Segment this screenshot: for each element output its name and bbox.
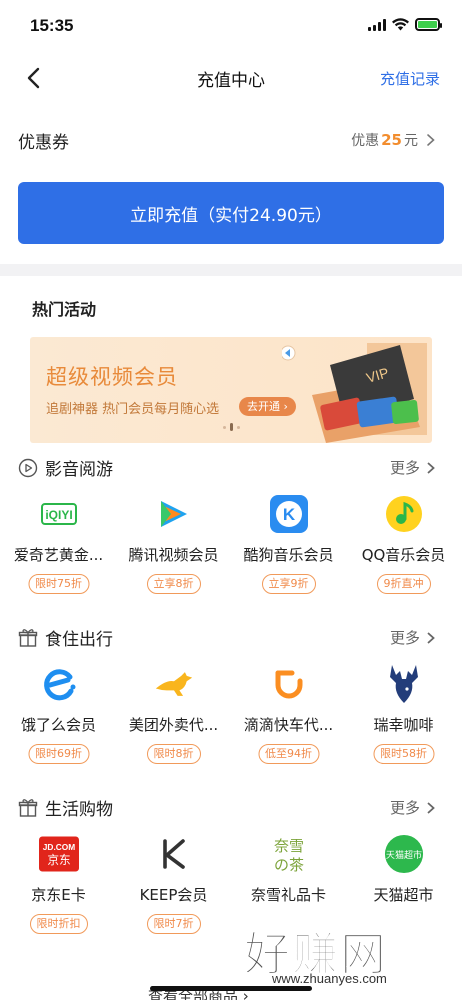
meituan-kangaroo-logo: [154, 664, 194, 704]
didi-logo: [269, 664, 309, 704]
item-name: 美团外卖代...: [128, 716, 219, 734]
item-name: 爱奇艺黄金...: [13, 546, 104, 564]
keep-logo: [154, 834, 194, 874]
section-divider: [0, 264, 462, 276]
signal-icon: [368, 18, 386, 31]
banner-pagination: [223, 423, 240, 431]
section-life-grid: 饿了么会员 限时69折 美团外卖代... 限时8折 滴滴快车代... 低至94折: [0, 664, 462, 804]
item-name: 饿了么会员: [20, 716, 96, 734]
svg-text:天猫超市: 天猫超市: [386, 849, 422, 861]
coupon-label: 优惠券: [18, 133, 69, 153]
more-label: 更多: [389, 459, 420, 477]
section-title: 食住出行: [45, 630, 113, 650]
discount-tag: 低至94折: [258, 744, 319, 764]
kugou-logo: K: [269, 494, 309, 534]
section-shopping-header: 生活购物 更多: [0, 792, 462, 822]
naixue-logo: 奈雪 の茶: [269, 834, 309, 874]
svg-text:JD.COM: JD.COM: [43, 842, 75, 852]
product-item[interactable]: 滴滴快车代... 低至94折: [231, 664, 346, 794]
iqiyi-logo: iQIYI: [39, 494, 79, 534]
svg-text:奈雪: 奈雪: [274, 837, 304, 855]
item-name: 腾讯视频会员: [128, 546, 219, 564]
tencent-video-logo: [154, 494, 194, 534]
svg-text:K: K: [283, 505, 296, 524]
recharge-now-button[interactable]: 立即充值（实付24.90元）: [18, 182, 444, 244]
section-media-grid: iQIYI 爱奇艺黄金... 限时75折 腾讯视频会员 立享8折 K 酷狗音乐会…: [0, 494, 462, 634]
luckin-deer-logo: [384, 664, 424, 704]
item-name: 滴滴快车代...: [243, 716, 334, 734]
banner-title: 超级视频会员: [46, 365, 178, 389]
item-name: QQ音乐会员: [361, 546, 446, 564]
discount-tag: 限时58折: [373, 744, 434, 764]
hot-activities-title: 热门活动: [32, 300, 97, 319]
section-media-header: 影音阅游 更多: [0, 452, 462, 482]
discount-tag: 立享8折: [146, 574, 201, 594]
status-time: 15:35: [30, 16, 74, 35]
nav-bar: 充值中心 充值记录: [0, 52, 462, 104]
section-life-header: 食住出行 更多: [0, 622, 462, 652]
qq-music-logo: [384, 494, 424, 534]
coupon-amount: 25: [381, 131, 402, 149]
item-name: 天猫超市: [373, 886, 434, 904]
product-item[interactable]: 饿了么会员 限时69折: [1, 664, 116, 794]
product-item[interactable]: 美团外卖代... 限时8折: [116, 664, 231, 794]
gift-icon: [18, 799, 38, 817]
status-bar: 15:35: [0, 0, 462, 52]
section-title: 影音阅游: [45, 460, 113, 480]
product-item[interactable]: 瑞幸咖啡 限时58折: [346, 664, 461, 794]
watermark-url: www.zhuanyes.com: [272, 971, 387, 986]
coupon-row[interactable]: 优惠券 优惠 25 元: [0, 120, 462, 160]
more-button[interactable]: 更多: [390, 797, 438, 818]
discount-tag: 限时8折: [146, 744, 201, 764]
wifi-icon: [392, 18, 409, 31]
coupon-prefix: 优惠: [351, 133, 380, 149]
item-name: 京东E卡: [31, 886, 86, 904]
more-label: 更多: [389, 629, 420, 647]
more-button[interactable]: 更多: [390, 627, 438, 648]
discount-tag: 9折直冲: [376, 574, 431, 594]
more-label: 更多: [389, 799, 420, 817]
svg-text:の茶: の茶: [274, 856, 304, 874]
discount-tag: 限时75折: [28, 574, 89, 594]
coupon-value: 优惠 25 元: [351, 130, 438, 150]
coupon-unit: 元: [404, 133, 418, 149]
item-name: 瑞幸咖啡: [373, 716, 434, 734]
vip-card-box-illustration: VIP: [282, 343, 427, 443]
play-circle-icon: [18, 458, 38, 478]
chevron-right-icon: [427, 134, 435, 146]
promo-banner[interactable]: 超级视频会员 追剧神器 热门会员每月随心选 去开通 › VIP: [30, 337, 432, 443]
discount-tag: 立享9折: [261, 574, 316, 594]
jd-logo: JD.COM 京东: [39, 834, 79, 874]
item-name: KEEP会员: [139, 886, 208, 904]
product-item[interactable]: 腾讯视频会员 立享8折: [116, 494, 231, 624]
product-item[interactable]: iQIYI 爱奇艺黄金... 限时75折: [1, 494, 116, 624]
svg-text:iQIYI: iQIYI: [45, 508, 72, 522]
site-watermark: 好赚网 www.zhuanyes.com: [244, 918, 444, 992]
banner-subtitle: 追剧神器 热门会员每月随心选: [46, 402, 220, 417]
status-icons: [368, 18, 442, 31]
section-title: 生活购物: [45, 800, 113, 820]
item-name: 酷狗音乐会员: [243, 546, 334, 564]
battery-icon: [415, 18, 442, 31]
eleme-logo: [39, 664, 79, 704]
svg-text:京东: 京东: [47, 853, 70, 867]
gift-icon: [18, 629, 38, 647]
discount-tag: 限时69折: [28, 744, 89, 764]
more-button[interactable]: 更多: [390, 457, 438, 478]
chevron-right-icon: [427, 631, 435, 644]
tmall-logo: 天猫超市: [384, 834, 424, 874]
discount-tag: 限时折扣: [29, 914, 88, 934]
product-item[interactable]: JD.COM 京东 京东E卡 限时折扣: [1, 834, 116, 964]
product-item[interactable]: KEEP会员 限时7折: [116, 834, 231, 964]
recharge-history-link[interactable]: 充值记录: [380, 68, 440, 89]
discount-tag: 限时7折: [146, 914, 201, 934]
chevron-right-icon: [427, 461, 435, 474]
product-item[interactable]: K 酷狗音乐会员 立享9折: [231, 494, 346, 624]
chevron-right-icon: [427, 801, 435, 814]
item-name: 奈雪礼品卡: [250, 886, 326, 904]
product-item[interactable]: QQ音乐会员 9折直冲: [346, 494, 461, 624]
